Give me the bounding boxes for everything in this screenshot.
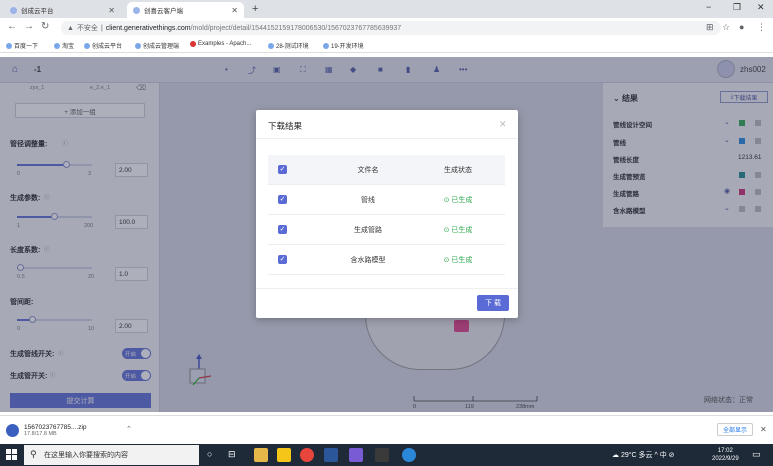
url-path: /mold/project/detail/1544152159178006530… [190, 24, 402, 32]
divider: | [100, 24, 103, 32]
divider [256, 288, 518, 289]
windows-start-icon[interactable] [6, 449, 17, 460]
cortana-icon[interactable]: ○ [207, 449, 212, 459]
bookmark-icon [84, 42, 90, 49]
bookmark-icon [190, 41, 196, 47]
file-name: 含水路模型 [350, 256, 386, 264]
windows-taskbar: ⚲ 在这里输入你要搜索的内容 ○ ⊟ ☁ 29°C 多云 ^ 中 ⊘ 17:02… [0, 444, 773, 466]
file-icon [6, 423, 19, 437]
url-field[interactable]: ▲ 不安全 | client.generativethings.com /mol… [61, 21, 721, 35]
browser-tab-1[interactable]: 创成云平台 ✕ [4, 2, 121, 18]
row-checkbox[interactable]: ✓ [278, 195, 287, 204]
profile-icon[interactable]: ● [739, 22, 744, 32]
security-label: 不安全 [76, 25, 98, 32]
file-name: 生成管路 [354, 226, 382, 234]
download-shelf: 1567023767785....zip 17.8/17.8 MB ⌃ 全部显示… [0, 415, 773, 442]
weather-widget[interactable]: ☁ 29°C 多云 ^ 中 ⊘ [612, 450, 675, 460]
reload-icon[interactable]: ↻ [41, 21, 49, 32]
download-item[interactable]: 1567023767785....zip 17.8/17.8 MB [6, 420, 119, 440]
table-row: ✓ 含水路模型 ⊙ 已生成 [268, 245, 505, 275]
close-icon[interactable]: ✕ [499, 119, 507, 130]
back-icon[interactable]: ← [7, 21, 17, 32]
chevron-up-icon[interactable]: ⌃ [126, 425, 132, 433]
sticky-app-icon[interactable] [277, 448, 291, 462]
bookmarks-bar: 百度一下 淘宝 创成云平台 创成云管理端 Examples - Apach...… [0, 38, 773, 53]
bookmark-item[interactable]: 创成云管理端 [135, 41, 179, 50]
terminal-icon[interactable] [375, 448, 389, 462]
clock-date: 2022/9/29 [712, 456, 739, 462]
row-checkbox[interactable]: ✓ [278, 225, 287, 234]
maximize-icon[interactable]: ❐ [733, 2, 741, 13]
taskbar-search-input[interactable]: ⚲ 在这里输入你要搜索的内容 [24, 445, 199, 465]
bookmark-icon [6, 42, 12, 49]
close-window-icon[interactable]: ✕ [757, 2, 765, 13]
clock[interactable]: 17:02 2022/9/29 [712, 447, 739, 463]
table-row: ✓ 生成管路 ⊙ 已生成 [268, 215, 505, 245]
edge-icon[interactable] [402, 448, 416, 462]
divider [256, 138, 518, 139]
task-view-icon[interactable]: ⊟ [228, 449, 236, 460]
star-icon[interactable]: ☆ [722, 22, 730, 33]
download-file-name: 1567023767785....zip [24, 423, 87, 431]
file-explorer-icon[interactable] [254, 448, 268, 462]
download-dialog: 下载结果 ✕ ✓ 文件名 生成状态 ✓ 管线 ⊙ 已生成 ✓ 生成管路 ⊙ 已生… [256, 110, 518, 318]
row-checkbox[interactable]: ✓ [278, 255, 287, 264]
browser-tab-bar: 创成云平台 ✕ 创喜云客户端 ✕ + − ❐ ✕ [0, 0, 773, 18]
status-badge: ⊙ 已生成 [443, 256, 473, 264]
bookmark-icon [323, 42, 329, 49]
browser-tab-2[interactable]: 创喜云客户端 ✕ [127, 2, 244, 18]
column-header: 文件名 [357, 166, 379, 174]
column-header: 生成状态 [444, 166, 472, 174]
tab-close-icon[interactable]: ✕ [231, 6, 238, 15]
clock-time: 17:02 [717, 448, 733, 454]
notification-icon[interactable]: ▭ [752, 449, 761, 460]
chrome-icon[interactable] [300, 448, 314, 462]
url-host: client.generativethings.com [105, 24, 191, 32]
bookmark-item[interactable]: 淘宝 [54, 41, 74, 50]
bookmark-item[interactable]: 28-测试环境 [268, 41, 309, 50]
status-badge: ⊙ 已生成 [443, 226, 473, 234]
new-tab-icon[interactable]: + [252, 3, 258, 15]
bookmark-item[interactable]: Examples - Apach... [190, 41, 251, 47]
minimize-icon[interactable]: − [706, 2, 711, 12]
app-icon[interactable] [349, 448, 363, 462]
download-file-size: 17.8/17.8 MB [24, 430, 57, 437]
word-icon[interactable] [324, 448, 338, 462]
warning-icon: ▲ [67, 24, 74, 32]
status-badge: ⊙ 已生成 [443, 196, 473, 204]
bookmark-icon [54, 42, 60, 49]
bookmark-item[interactable]: 19-开发环境 [323, 41, 364, 50]
favicon-icon [10, 6, 17, 14]
bookmark-icon [135, 42, 141, 49]
forward-icon[interactable]: → [24, 21, 34, 32]
translate-icon[interactable]: ⊞ [706, 22, 714, 33]
tab-title: 创成云平台 [21, 8, 54, 15]
search-icon: ⚲ [30, 449, 37, 459]
table-row: ✓ 管线 ⊙ 已生成 [268, 185, 505, 215]
show-all-button[interactable]: 全部显示 [717, 423, 753, 436]
close-icon[interactable]: ✕ [760, 425, 767, 434]
bookmark-item[interactable]: 创成云平台 [84, 41, 122, 50]
download-button[interactable]: 下 载 [477, 295, 509, 311]
file-name: 管线 [361, 196, 375, 204]
bookmark-item[interactable]: 百度一下 [6, 41, 38, 50]
bookmark-icon [268, 42, 274, 49]
select-all-checkbox[interactable]: ✓ [278, 165, 287, 174]
tab-close-icon[interactable]: ✕ [108, 6, 115, 15]
tab-title: 创喜云客户端 [144, 8, 183, 15]
table-header: ✓ 文件名 生成状态 [268, 155, 505, 185]
favicon-icon [133, 6, 140, 14]
download-table: ✓ 文件名 生成状态 ✓ 管线 ⊙ 已生成 ✓ 生成管路 ⊙ 已生成 ✓ 含水路… [268, 155, 505, 275]
dialog-title: 下载结果 [268, 121, 303, 131]
menu-icon[interactable]: ⋮ [757, 22, 766, 33]
